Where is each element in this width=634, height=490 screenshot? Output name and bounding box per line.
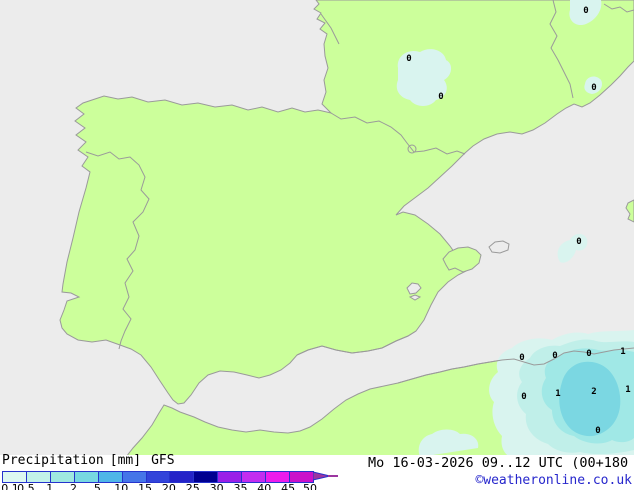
model-name: GFS [151, 453, 174, 468]
scale-tick: 10 [114, 482, 128, 490]
precip-value-label: 1 [625, 385, 630, 395]
scale-tick: 5 [94, 482, 101, 490]
precip-value-label: 1 [555, 389, 560, 399]
product-name: Precipitation [2, 453, 104, 468]
scale-segment [99, 472, 123, 482]
precip-value-label: 0 [586, 349, 591, 359]
scale-tick-labels: 0.10.5125101520253035404550 [2, 482, 342, 490]
scale-tick: 40 [257, 482, 271, 490]
scale-segment [123, 472, 147, 482]
scale-tick: 30 [210, 482, 224, 490]
scale-tick: 2 [70, 482, 77, 490]
weather-map-screen: 00000000101210 Precipitation[mm]GFS Mo 1… [0, 0, 634, 490]
precip-value-label: 1 [620, 347, 625, 357]
scale-tick: 15 [138, 482, 152, 490]
scale-segment [27, 472, 51, 482]
scale-segment [194, 472, 218, 482]
precip-value-label: 0 [438, 92, 443, 102]
precip-value-label: 0 [521, 392, 526, 402]
scale-segment [51, 472, 75, 482]
scale-segment [290, 472, 313, 482]
copyright: ©weatheronline.co.uk [475, 473, 632, 488]
precip-value-label: 0 [552, 351, 557, 361]
scale-segment [170, 472, 194, 482]
scale-tick: 1 [46, 482, 53, 490]
scale-segment [3, 472, 27, 482]
timestamp: Mo 16-03-2026 09..12 UTC (00+180 [368, 455, 628, 471]
scale-segment [147, 472, 171, 482]
precip-value-label: 0 [406, 54, 411, 64]
scale-tick: 0.5 [17, 482, 35, 490]
precip-value-label: 0 [591, 83, 596, 93]
product-unit: [mm] [110, 453, 141, 468]
precip-value-label: 0 [583, 6, 588, 16]
scale-segment [218, 472, 242, 482]
scale-tick: 25 [186, 482, 200, 490]
precip-value-label: 0 [519, 353, 524, 363]
product-title: Precipitation [mm] GFS [2, 453, 175, 468]
scale-segment [242, 472, 266, 482]
scale-tick: 35 [233, 482, 247, 490]
precipitation-map: 0 0 0 0 0 0 0 0 1 0 1 2 1 0 [0, 0, 634, 457]
scale-segment [266, 472, 290, 482]
scale-tick: 50 [303, 482, 317, 490]
precip-value-label: 0 [595, 426, 600, 436]
scale-tick: 20 [162, 482, 176, 490]
precip-value-label: 0 [576, 237, 581, 247]
map-area: 0 0 0 0 0 0 0 0 1 0 1 2 1 0 [0, 0, 634, 457]
scale-tick: 45 [281, 482, 295, 490]
scale-segment [75, 472, 99, 482]
precipitation-scale: 0.10.5125101520253035404550 [2, 470, 342, 490]
precip-value-label: 2 [591, 387, 596, 397]
